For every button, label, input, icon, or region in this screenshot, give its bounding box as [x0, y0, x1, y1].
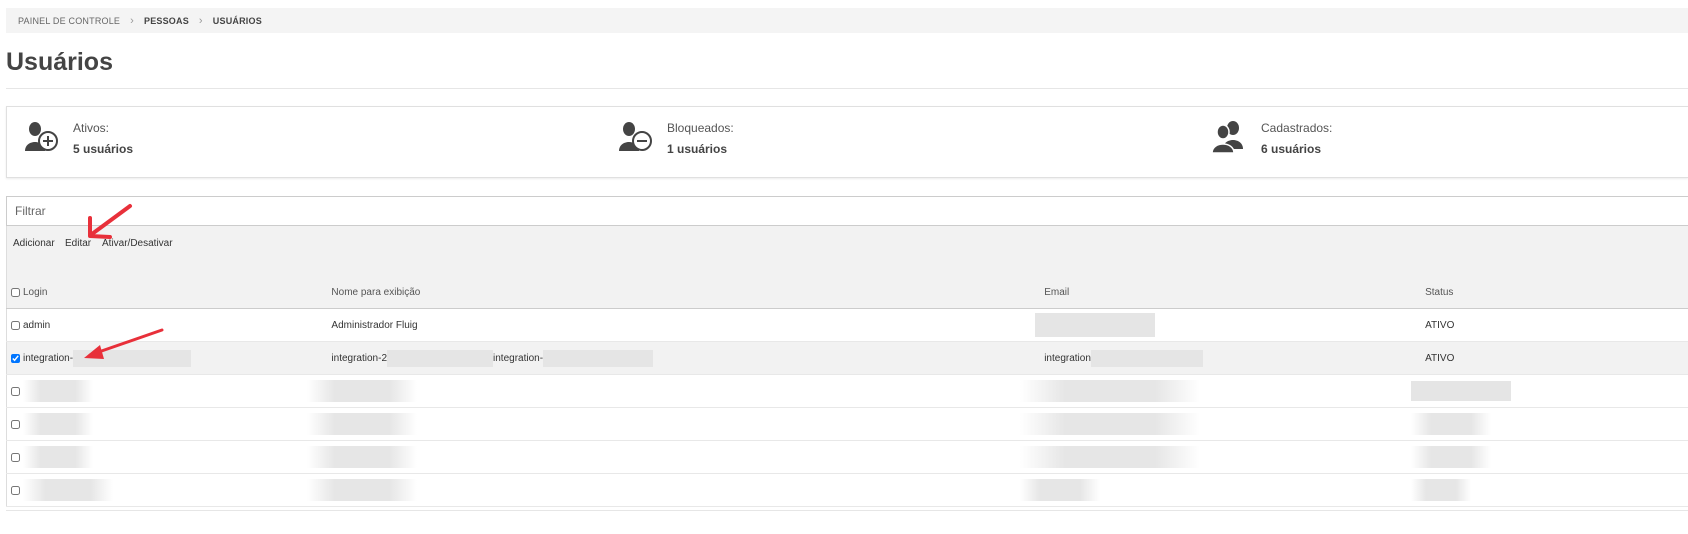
- toolbar: Adicionar Editar Ativar/Desativar: [6, 226, 1688, 276]
- row-status: ATIVO: [1425, 319, 1455, 331]
- redacted-status: [1411, 381, 1512, 401]
- column-login-label: Login: [23, 286, 48, 298]
- row-checkbox[interactable]: [11, 320, 20, 330]
- users-icon: [1211, 121, 1243, 154]
- bottom-divider: [6, 510, 1688, 511]
- stat-registered-value: 6 usuários: [1261, 142, 1322, 156]
- redacted-email: [1020, 380, 1201, 402]
- stat-blocked: Bloqueados: 1 usuários: [617, 119, 734, 156]
- row-name: integration-2: [331, 352, 388, 364]
- table-row[interactable]: [6, 473, 1688, 507]
- breadcrumb: PAINEL DE CONTROLE › PESSOAS › USUÁRIOS: [6, 8, 1688, 33]
- breadcrumb-painel[interactable]: PAINEL DE CONTROLE: [18, 16, 120, 26]
- row-login: admin: [23, 319, 51, 331]
- stats-panel: Ativos: 5 usuários Bloqueados: 1 usuário…: [6, 106, 1688, 178]
- redacted-name: [307, 380, 418, 402]
- toggle-status-button[interactable]: Ativar/Desativar: [102, 238, 173, 249]
- redacted-name: [543, 349, 654, 367]
- row-checkbox[interactable]: [11, 386, 20, 396]
- redacted-email: [1090, 349, 1203, 367]
- stat-blocked-label: Bloqueados:: [667, 121, 734, 135]
- row-login: integration-: [23, 352, 74, 364]
- users-table: Login Nome para exibição Email Status ad…: [6, 276, 1688, 507]
- redacted-email: [1020, 479, 1101, 501]
- redacted-email: [1020, 413, 1201, 435]
- row-checkbox[interactable]: [11, 419, 20, 429]
- row-email: integration: [1044, 352, 1091, 364]
- column-email-label: Email: [1044, 286, 1070, 298]
- column-email[interactable]: Email: [1040, 276, 1422, 309]
- redacted-login: [73, 349, 192, 367]
- redacted-login: [23, 446, 93, 468]
- user-plus-icon: [25, 122, 58, 151]
- stat-active-label: Ativos:: [73, 121, 110, 135]
- page-title: Usuários: [6, 48, 113, 76]
- redacted-status: [1411, 479, 1472, 501]
- table-row[interactable]: [6, 440, 1688, 474]
- redacted-status: [1411, 413, 1492, 435]
- column-name[interactable]: Nome para exibição: [327, 276, 1041, 309]
- redacted-login: [23, 380, 93, 402]
- row-checkbox[interactable]: [11, 485, 20, 495]
- redacted-email: [1035, 313, 1156, 337]
- stat-registered: Cadastrados: 6 usuários: [1211, 119, 1332, 156]
- select-all-checkbox[interactable]: [11, 287, 20, 297]
- redacted-name: [307, 446, 418, 468]
- redacted-name: [387, 349, 494, 367]
- filter-input[interactable]: [6, 196, 1688, 226]
- stat-active-value: 5 usuários: [73, 142, 134, 156]
- table-row[interactable]: [6, 407, 1688, 441]
- column-status[interactable]: Status: [1421, 276, 1688, 309]
- column-status-label: Status: [1425, 286, 1454, 298]
- edit-button[interactable]: Editar: [65, 238, 91, 249]
- user-minus-icon: [619, 122, 652, 151]
- chevron-right-icon: ›: [198, 14, 203, 27]
- redacted-name: [307, 479, 418, 501]
- row-status: ATIVO: [1425, 352, 1455, 364]
- stat-blocked-value: 1 usuários: [667, 142, 728, 156]
- column-name-label: Nome para exibição: [331, 286, 421, 298]
- row-checkbox[interactable]: [11, 452, 20, 462]
- row-name: Administrador Fluig: [331, 319, 418, 331]
- stat-active: Ativos: 5 usuários: [23, 119, 133, 156]
- table-row[interactable]: admin Administrador Fluig ATIVO: [6, 308, 1688, 342]
- table-row[interactable]: integration- integration-2 integration- …: [6, 341, 1688, 375]
- add-button[interactable]: Adicionar: [13, 238, 55, 249]
- table-header-row: Login Nome para exibição Email Status: [6, 276, 1688, 309]
- table-row[interactable]: [6, 374, 1688, 408]
- redacted-name: [307, 413, 418, 435]
- row-name-suffix: integration-: [493, 352, 544, 364]
- redacted-login: [23, 479, 113, 501]
- breadcrumb-pessoas[interactable]: PESSOAS: [144, 16, 189, 26]
- chevron-right-icon: ›: [130, 14, 134, 27]
- redacted-login: [23, 413, 93, 435]
- redacted-email: [1020, 446, 1201, 468]
- row-checkbox[interactable]: [11, 353, 20, 363]
- title-divider: [6, 88, 1688, 89]
- breadcrumb-usuarios: USUÁRIOS: [212, 15, 262, 26]
- stat-registered-label: Cadastrados:: [1261, 121, 1333, 135]
- column-login[interactable]: Login: [6, 276, 328, 309]
- redacted-status: [1411, 446, 1492, 468]
